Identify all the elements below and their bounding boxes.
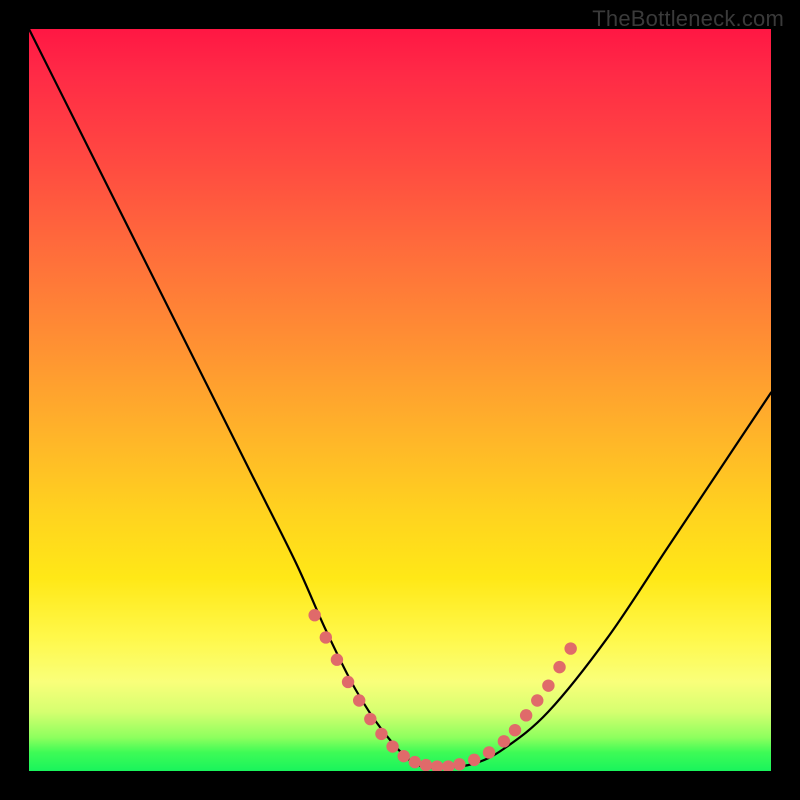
marker-point (420, 759, 432, 771)
marker-point (331, 654, 343, 666)
plot-area (29, 29, 771, 771)
chart-svg (29, 29, 771, 771)
marker-point (386, 740, 398, 752)
marker-point (364, 713, 376, 725)
marker-point (308, 609, 320, 621)
marker-point (409, 756, 421, 768)
marker-point (375, 728, 387, 740)
marker-point (542, 679, 554, 691)
highlight-markers (308, 609, 576, 771)
marker-point (342, 676, 354, 688)
bottleneck-curve (29, 29, 771, 768)
marker-point (520, 709, 532, 721)
marker-point (553, 661, 565, 673)
watermark: TheBottleneck.com (592, 6, 784, 32)
marker-point (453, 758, 465, 770)
marker-point (509, 724, 521, 736)
marker-point (398, 750, 410, 762)
marker-point (531, 694, 543, 706)
marker-point (498, 735, 510, 747)
marker-point (468, 754, 480, 766)
marker-point (442, 760, 454, 771)
marker-point (431, 760, 443, 771)
marker-point (483, 746, 495, 758)
marker-point (564, 642, 576, 654)
marker-point (320, 631, 332, 643)
marker-point (353, 694, 365, 706)
